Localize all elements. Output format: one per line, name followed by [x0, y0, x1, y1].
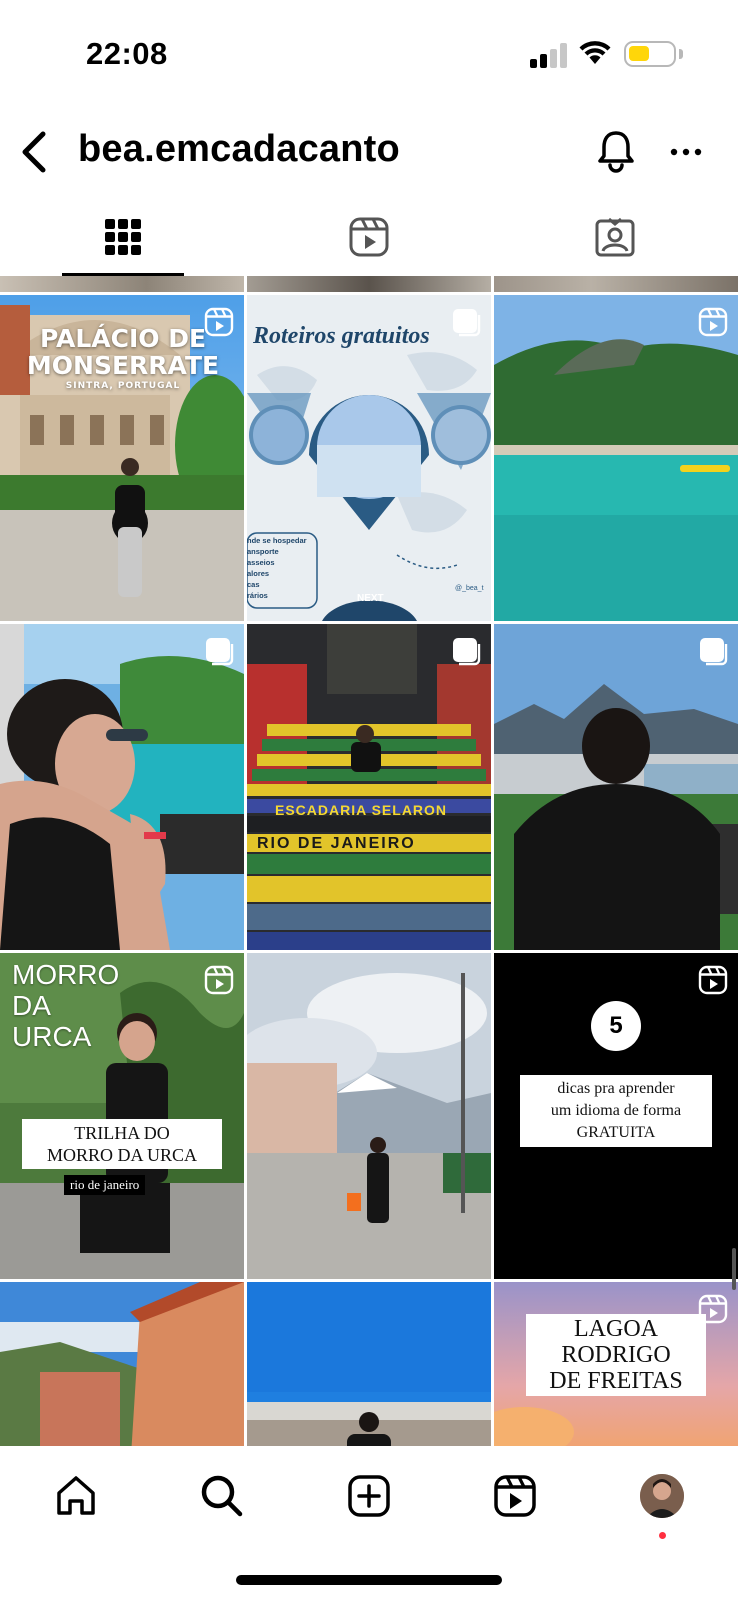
posts-grid: PALÁCIO DE MONSERRATE SINTRA, PORTUGAL R… — [0, 276, 738, 1446]
grid-post-lagoa[interactable]: LAGOA RODRIGO DE FREITAS — [494, 1282, 738, 1446]
urca-sign-line2: DA — [12, 990, 51, 1021]
home-indicator — [236, 1575, 502, 1585]
selaron-sign-1: ESCADARIA SELARON — [275, 802, 448, 818]
reel-icon — [698, 307, 728, 337]
notification-dot — [659, 1532, 666, 1539]
roteiros-list-item: ansporte — [247, 547, 279, 556]
profile-username: bea.emcadacanto — [78, 128, 400, 170]
roteiros-list-item: rários — [247, 591, 268, 600]
reels-icon — [349, 217, 389, 257]
more-options-button[interactable] — [664, 132, 708, 172]
urca-caption-sub: rio de janeiro — [64, 1175, 146, 1195]
create-post-icon — [348, 1475, 390, 1517]
wifi-icon — [579, 41, 611, 64]
scrollbar[interactable] — [732, 1248, 736, 1290]
grid-post-cristo-view[interactable] — [494, 624, 738, 950]
tab-tagged[interactable] — [492, 198, 738, 276]
nav-create-button[interactable] — [341, 1468, 397, 1524]
carousel-icon — [453, 309, 481, 337]
urca-caption-line2: MORRO DA URCA — [46, 1145, 198, 1165]
next-label: NEXT — [357, 593, 384, 604]
tab-posts-grid[interactable] — [0, 198, 246, 276]
roteiros-list-item: asseios — [247, 558, 275, 567]
roteiros-list-item: nde se hospedar — [247, 536, 307, 545]
post-image — [494, 624, 738, 950]
nav-home-button[interactable] — [48, 1468, 104, 1524]
status-time: 22:08 — [86, 36, 168, 71]
dicas-line2: um idioma de forma — [550, 1102, 682, 1119]
urca-caption-line1: TRILHA DO — [74, 1123, 170, 1143]
dicas-line3: GRATUITA — [576, 1124, 656, 1141]
grid-post-partial[interactable] — [247, 276, 491, 292]
tab-reels[interactable] — [246, 198, 492, 276]
grid-post-partial[interactable] — [0, 276, 244, 292]
back-chevron-icon — [22, 131, 46, 173]
roteiros-list-item: alores — [247, 569, 270, 578]
post-subtitle: SINTRA, PORTUGAL — [65, 381, 181, 391]
grid-post-coastal-village[interactable] — [0, 1282, 244, 1446]
dicas-line1: dicas pra aprender — [557, 1080, 675, 1097]
urca-sign-line1: MORRO — [12, 959, 120, 990]
profile-tabs — [0, 198, 738, 276]
bell-icon — [598, 131, 634, 173]
post-image — [0, 624, 244, 950]
reel-icon — [204, 307, 234, 337]
grid-post-alps[interactable] — [247, 953, 491, 1279]
post-handle: @_bea_t — [455, 585, 484, 592]
dicas-number: 5 — [609, 1012, 623, 1039]
tagged-icon — [595, 217, 635, 257]
post-image — [247, 953, 491, 1279]
post-image — [247, 1282, 491, 1446]
reels-icon — [494, 1475, 536, 1517]
carousel-icon — [453, 638, 481, 666]
grid-post-urca[interactable]: MORRO DA URCA TRILHA DO MORRO DA URCA ri… — [0, 953, 244, 1279]
roteiros-list-item: cas — [247, 580, 260, 589]
more-dots-icon — [670, 148, 702, 156]
nav-profile-avatar[interactable] — [640, 1474, 684, 1518]
search-icon — [201, 1475, 243, 1517]
reel-icon — [698, 965, 728, 995]
urca-sign-line3: URCA — [12, 1021, 92, 1052]
avatar — [640, 1474, 684, 1518]
reel-icon — [698, 1294, 728, 1324]
cellular-signal-icon — [530, 42, 568, 68]
home-icon — [57, 1476, 95, 1515]
carousel-icon — [206, 638, 234, 666]
post-image — [494, 295, 738, 621]
status-bar: 22:08 — [0, 0, 738, 105]
grid-post-boat[interactable] — [0, 624, 244, 950]
notifications-button[interactable] — [594, 126, 638, 176]
grid-icon — [105, 219, 141, 255]
nav-reels-button[interactable] — [487, 1468, 543, 1524]
lagoa-line1: LAGOA — [574, 1316, 658, 1342]
grid-post-selaron[interactable]: ESCADARIA SELARON RIO DE JANEIRO — [247, 624, 491, 950]
reel-icon — [204, 965, 234, 995]
post-image — [247, 624, 491, 950]
bottom-navigation — [0, 1446, 738, 1600]
back-button[interactable] — [14, 126, 54, 178]
battery-icon — [624, 41, 676, 67]
post-title-line2: MONSERRATE — [26, 351, 220, 380]
selaron-sign-2: RIO DE JANEIRO — [257, 835, 416, 852]
profile-header: bea.emcadacanto — [0, 118, 738, 188]
grid-post-partial[interactable] — [494, 276, 738, 292]
grid-post-roteiros[interactable]: Roteiros gratuitos nde se hospedar anspo… — [247, 295, 491, 621]
post-image — [0, 1282, 244, 1446]
grid-post-dicas[interactable]: 5 dicas pra aprender um idioma de forma … — [494, 953, 738, 1279]
lagoa-line2: RODRIGO — [561, 1342, 671, 1368]
post-title-line1: PALÁCIO DE — [39, 324, 207, 353]
grid-post-lagoa-azul[interactable] — [494, 295, 738, 621]
nav-search-button[interactable] — [194, 1468, 250, 1524]
carousel-icon — [700, 638, 728, 666]
grid-post-city-view[interactable] — [247, 1282, 491, 1446]
lagoa-line3: DE FREITAS — [549, 1368, 683, 1394]
grid-post-monserrate[interactable]: PALÁCIO DE MONSERRATE SINTRA, PORTUGAL — [0, 295, 244, 621]
